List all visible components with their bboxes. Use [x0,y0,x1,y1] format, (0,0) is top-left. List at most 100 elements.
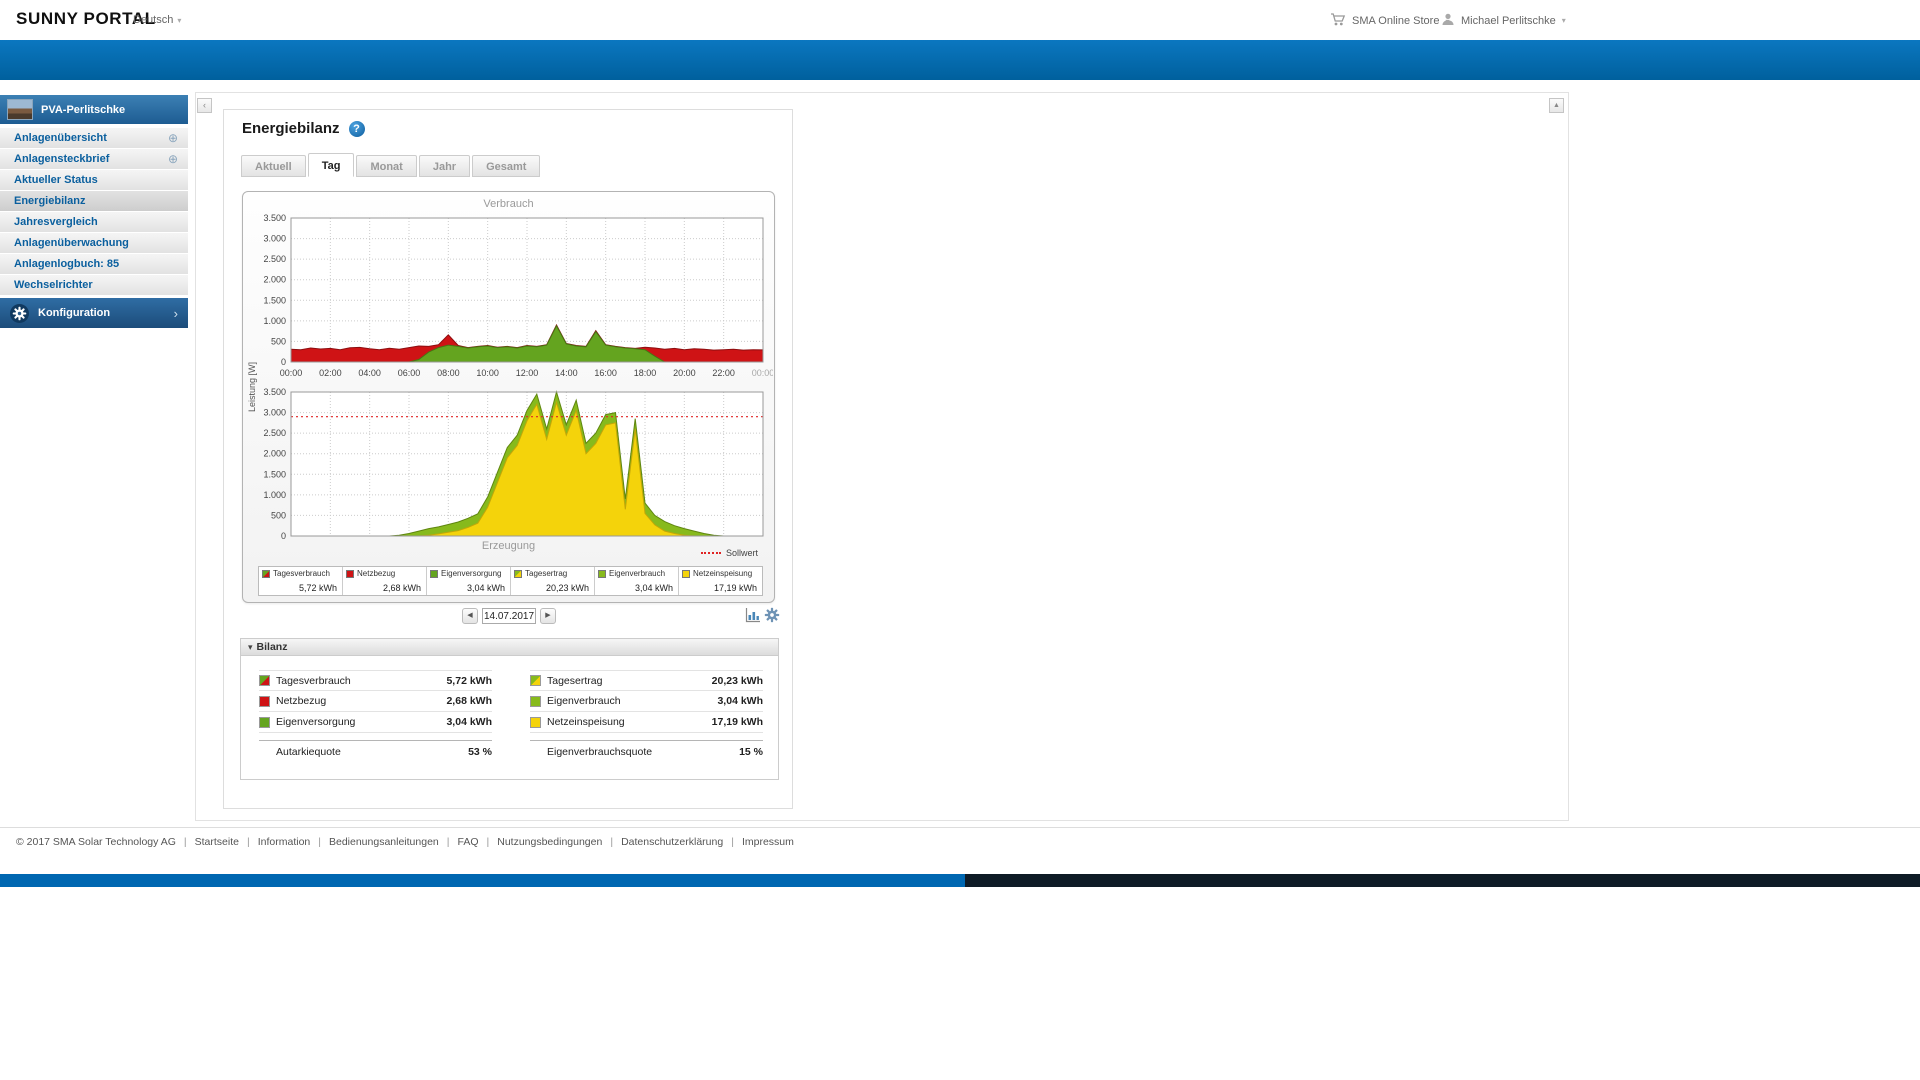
chart-card: Verbrauch 0 500 1.000 1.500 2.000 2.500 3.000 3… [242,191,775,603]
footer-link-datenschutzerklärung[interactable]: Datenschutzerklärung [621,836,723,848]
legend-item-tagesertrag: Tagesertrag 20,23 kWh [511,567,595,595]
page-title-row: Energiebilanz ? [242,120,365,137]
sidebar-item-energiebilanz[interactable]: Energiebilanz [0,191,188,211]
globe-icon: ⊕ [167,131,178,145]
sidebar-item-konfiguration[interactable]: Konfiguration › [0,298,188,328]
date-input[interactable] [482,608,536,624]
svg-text:00:00: 00:00 [280,368,303,378]
user-name-label: Michael Perlitschke [1461,14,1556,27]
sidebar-item-wechselrichter[interactable]: Wechselrichter [0,275,188,295]
content-panel: Energiebilanz ? Aktuell Tag Monat Jahr Gesam… [223,109,793,809]
chart-title-verbrauch: Verbrauch [483,198,534,210]
globe-icon: ⊕ [167,152,178,166]
sidebar-item-label: Anlagensteckbrief [14,153,110,165]
sidebar-item-jahresvergleich[interactable]: Jahresvergleich [0,212,188,232]
bilanz-label: Tagesverbrauch [276,674,351,687]
footer-link-bedienungsanleitungen[interactable]: Bedienungsanleitungen [329,836,439,848]
legend-label: Eigenverbrauch [609,569,666,578]
page-title: Energiebilanz [242,120,340,137]
chevron-down-icon: ▾ [1561,16,1566,25]
svg-text:0: 0 [281,531,286,540]
bilanz-panel: ▾ Bilanz Tagesverbrauch 5,72 kWh Netzbezug… [240,638,779,780]
bottom-strip-blue [0,874,965,887]
next-day-button[interactable]: ▶ [540,608,556,624]
sidebar-plant-header[interactable]: PVA-Perlitschke [0,95,188,124]
bilanz-value: 3,04 kWh [717,695,763,707]
legend-label: Netzeinspeisung [693,569,753,578]
sidebar-item-aktueller-status[interactable]: Aktueller Status [0,170,188,190]
footer-link-nutzungsbedingungen[interactable]: Nutzungsbedingungen [497,836,602,848]
prev-day-button[interactable]: ◀ [462,608,478,624]
bilanz-total-row-eigenverbrauchsquote: Eigenverbrauchsquote 15 % [530,740,763,763]
bilanz-chip [259,675,270,686]
legend-chip [346,569,354,578]
legend-value: 3,04 kWh [466,583,505,593]
legend-item-top: Tagesverbrauch [262,569,339,578]
footer-links: © 2017 SMA Solar Technology AG | Startseit… [16,836,794,848]
sidebar-item-anlagenübersicht[interactable]: Anlagenübersicht ⊕ [0,128,188,148]
bilanz-total-value: 15 % [739,746,763,758]
bilanz-row-netzbezug: Netzbezug 2,68 kWh [259,691,492,712]
user-menu[interactable]: Michael Perlitschke ▾ [1441,12,1566,29]
bilanz-value: 17,19 kWh [711,716,763,728]
sidebar-item-label: Jahresvergleich [14,216,98,228]
help-icon[interactable]: ? [348,120,365,137]
sidebar-item-anlagenüberwachung[interactable]: Anlagenüberwachung [0,233,188,253]
bilanz-label: Eigenverbrauch [547,695,621,707]
tab-monat[interactable]: Monat [356,155,417,177]
sidebar-item-anlagensteckbrief[interactable]: Anlagensteckbrief ⊕ [0,149,188,169]
bottom-strip-dark [965,874,1920,887]
footer-separator: | [183,836,187,848]
svg-text:0: 0 [281,357,286,367]
footer-link-information[interactable]: Information [258,836,311,848]
svg-text:18:00: 18:00 [634,368,657,378]
legend-item-top: Eigenversorgung [430,569,507,578]
bilanz-title: Bilanz [256,641,288,653]
tab-tag[interactable]: Tag [307,153,355,177]
bilanz-left-col: Tagesverbrauch 5,72 kWh Netzbezug 2,68 kWh E… [259,670,492,763]
bilanz-value: 3,04 kWh [446,716,492,728]
sidebar-item-anlagenlogbuch-85[interactable]: Anlagenlogbuch: 85 [0,254,188,274]
svg-text:16:00: 16:00 [594,368,617,378]
store-link[interactable]: SMA Online Store ▾ [1330,12,1449,30]
tab-aktuell[interactable]: Aktuell [241,155,306,177]
svg-text:2.000: 2.000 [263,449,286,459]
svg-text:08:00: 08:00 [437,368,460,378]
bilanz-header[interactable]: ▾ Bilanz [241,639,778,656]
svg-text:14:00: 14:00 [555,368,578,378]
footer-separator: | [446,836,450,848]
legend-chip [514,569,522,578]
report-icon[interactable] [745,607,762,624]
language-label: Deutsch [133,14,174,26]
bilanz-total-label: Eigenverbrauchsquote [547,746,653,758]
sollwert-legend: Sollwert [700,548,758,558]
tabs-row: Aktuell Tag Monat Jahr Gesamt [241,153,542,177]
footer-separator: | [246,836,250,848]
bilanz-chip [259,695,270,707]
sidebar-item-label: Aktueller Status [14,174,98,186]
legend-item-netzeinspeisung: Netzeinspeisung 17,19 kWh [679,567,762,595]
tab-jahr[interactable]: Jahr [418,155,471,177]
language-selector[interactable]: Deutsch ▾ [133,14,181,26]
footer-separator: | [486,836,490,848]
footer-link-faq[interactable]: FAQ [457,836,478,848]
settings-gear-icon[interactable] [764,607,781,624]
svg-text:3.500: 3.500 [263,214,286,223]
footer-link-impressum[interactable]: Impressum [742,836,794,848]
bilanz-label: Netzbezug [276,695,327,707]
footer-link-startseite[interactable]: Startseite [195,836,239,848]
svg-text:00:00: 00:00 [752,368,773,378]
sidebar-collapse-button[interactable]: ‹ [197,98,212,113]
svg-text:04:00: 04:00 [358,368,381,378]
scroll-top-button[interactable]: ▲ [1549,98,1564,113]
legend-item-top: Netzeinspeisung [682,569,759,578]
svg-text:1.500: 1.500 [263,295,286,305]
config-label: Konfiguration [38,307,111,319]
gear-icon [10,303,29,323]
footer-copyright: © 2017 SMA Solar Technology AG [16,836,176,848]
svg-text:2.500: 2.500 [263,254,286,264]
sidebar-item-label: Wechselrichter [14,279,93,291]
legend-value: 3,04 kWh [634,583,673,593]
tab-gesamt[interactable]: Gesamt [472,155,541,177]
legend-item-netzbezug: Netzbezug 2,68 kWh [343,567,427,595]
